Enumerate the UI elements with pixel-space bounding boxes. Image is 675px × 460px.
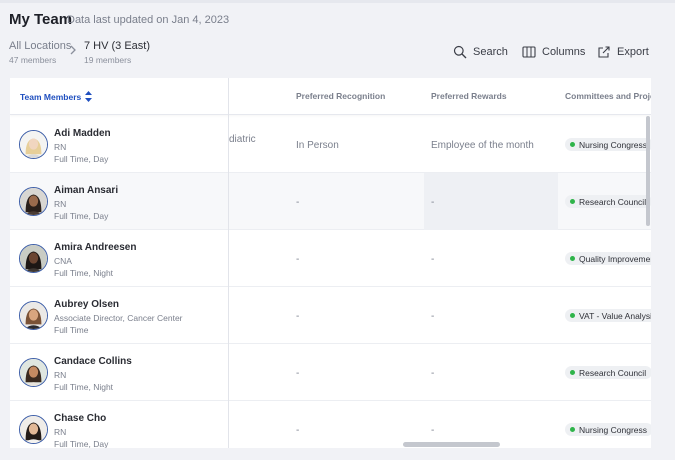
- status-dot-icon: [570, 142, 575, 147]
- preferred-reward: -: [431, 197, 435, 208]
- breadcrumb-all-locations[interactable]: All Locations 47 members: [9, 40, 71, 65]
- truncated-cell: diatric: [229, 134, 256, 145]
- table-row[interactable]: Aubrey Olsen Associate Director, Cancer …: [10, 287, 651, 344]
- member-name[interactable]: Candace Collins: [54, 356, 132, 367]
- breadcrumb-label: 7 HV (3 East): [84, 40, 151, 52]
- preferred-recognition: -: [296, 425, 300, 436]
- column-header-preferred-rewards[interactable]: Preferred Rewards: [431, 91, 507, 101]
- status-dot-icon: [570, 427, 575, 432]
- member-role: RN: [54, 199, 67, 209]
- column-header-label: Team Members: [20, 91, 82, 102]
- preferred-recognition: -: [296, 368, 300, 379]
- columns-button[interactable]: Columns: [522, 44, 585, 60]
- page-title: My Team: [9, 11, 73, 28]
- member-role: RN: [54, 142, 67, 152]
- column-header-committees[interactable]: Committees and Proje: [565, 91, 651, 101]
- export-label: Export: [617, 46, 649, 58]
- committee-label: Nursing Congress: [579, 139, 648, 150]
- avatar: [19, 244, 48, 273]
- search-button[interactable]: Search: [453, 44, 508, 60]
- avatar: [19, 358, 48, 387]
- preferred-reward: -: [431, 425, 435, 436]
- committee-badge: Quality Improvement: [565, 252, 651, 265]
- column-header-preferred-recognition[interactable]: Preferred Recognition: [296, 91, 385, 101]
- member-schedule: Full Time, Day: [54, 154, 109, 164]
- avatar: [19, 415, 48, 444]
- avatar: [19, 187, 48, 216]
- status-dot-icon: [570, 313, 575, 318]
- committee-label: Research Council: [579, 196, 647, 207]
- breadcrumb-current-unit[interactable]: 7 HV (3 East) 19 members: [84, 40, 150, 65]
- hovered-cell: [424, 173, 558, 230]
- vertical-scrollbar[interactable]: [646, 116, 650, 226]
- member-name[interactable]: Amira Andreesen: [54, 242, 136, 253]
- committee-label: VAT - Value Analysis: [579, 310, 651, 321]
- table-row[interactable]: Aiman Ansari RN Full Time, Day - - Resea…: [10, 173, 651, 230]
- preferred-reward: -: [431, 311, 435, 322]
- table-row[interactable]: Chase Cho RN Full Time, Day - - Nursing …: [10, 401, 651, 448]
- member-role: RN: [54, 370, 67, 380]
- member-schedule: Full Time, Day: [54, 211, 109, 221]
- member-schedule: Full Time, Day: [54, 439, 109, 448]
- last-updated-text: Data last updated on Jan 4, 2023: [67, 14, 230, 26]
- preferred-reward: -: [431, 254, 435, 265]
- table-header: Team Members Preferred Recognition Prefe…: [10, 78, 651, 115]
- member-name[interactable]: Adi Madden: [54, 128, 111, 139]
- member-schedule: Full Time: [54, 325, 89, 335]
- member-schedule: Full Time, Night: [54, 268, 114, 278]
- table-row[interactable]: Candace Collins RN Full Time, Night - - …: [10, 344, 651, 401]
- team-table: Team Members Preferred Recognition Prefe…: [10, 78, 651, 448]
- columns-label: Columns: [542, 46, 586, 58]
- frozen-column-divider: [228, 78, 229, 448]
- export-icon: [598, 46, 610, 58]
- member-name[interactable]: Chase Cho: [54, 413, 106, 424]
- breadcrumb-count: 19 members: [84, 55, 132, 65]
- status-dot-icon: [570, 256, 575, 261]
- sort-icon: [85, 91, 93, 102]
- search-label: Search: [473, 46, 508, 58]
- search-icon: [453, 45, 467, 59]
- status-dot-icon: [570, 370, 575, 375]
- column-header-team-members[interactable]: Team Members: [20, 91, 93, 102]
- committee-badge: Research Council: [565, 195, 651, 208]
- committee-badge: VAT - Value Analysis: [565, 309, 651, 322]
- avatar: [19, 130, 48, 159]
- member-role: Associate Director, Cancer Center: [54, 313, 183, 323]
- preferred-recognition: -: [296, 197, 300, 208]
- committee-label: Nursing Congress: [579, 424, 648, 435]
- preferred-recognition: -: [296, 254, 300, 265]
- horizontal-scrollbar[interactable]: [403, 442, 500, 447]
- committee-badge: Nursing Congress: [565, 423, 651, 436]
- export-button[interactable]: Export: [597, 44, 649, 60]
- committee-label: Quality Improvement: [579, 253, 651, 264]
- committee-badge: Research Council: [565, 366, 651, 379]
- member-role: CNA: [54, 256, 72, 266]
- committee-label: Research Council: [579, 367, 647, 378]
- breadcrumb-label: All Locations: [9, 40, 72, 52]
- member-name[interactable]: Aubrey Olsen: [54, 299, 119, 310]
- preferred-reward: Employee of the month: [431, 140, 534, 151]
- committee-badge: Nursing Congress: [565, 138, 651, 151]
- table-row[interactable]: Adi Madden RN Full Time, Day diatric In …: [10, 116, 651, 173]
- member-schedule: Full Time, Night: [54, 382, 114, 392]
- table-row[interactable]: Amira Andreesen CNA Full Time, Night - -…: [10, 230, 651, 287]
- status-dot-icon: [570, 199, 575, 204]
- top-divider: [0, 0, 675, 3]
- breadcrumb-count: 47 members: [9, 55, 57, 65]
- avatar: [19, 301, 48, 330]
- member-name[interactable]: Aiman Ansari: [54, 185, 118, 196]
- chevron-right-icon: [70, 45, 76, 55]
- member-role: RN: [54, 427, 67, 437]
- preferred-recognition: In Person: [296, 140, 339, 151]
- preferred-recognition: -: [296, 311, 300, 322]
- preferred-reward: -: [431, 368, 435, 379]
- columns-icon: [522, 46, 536, 58]
